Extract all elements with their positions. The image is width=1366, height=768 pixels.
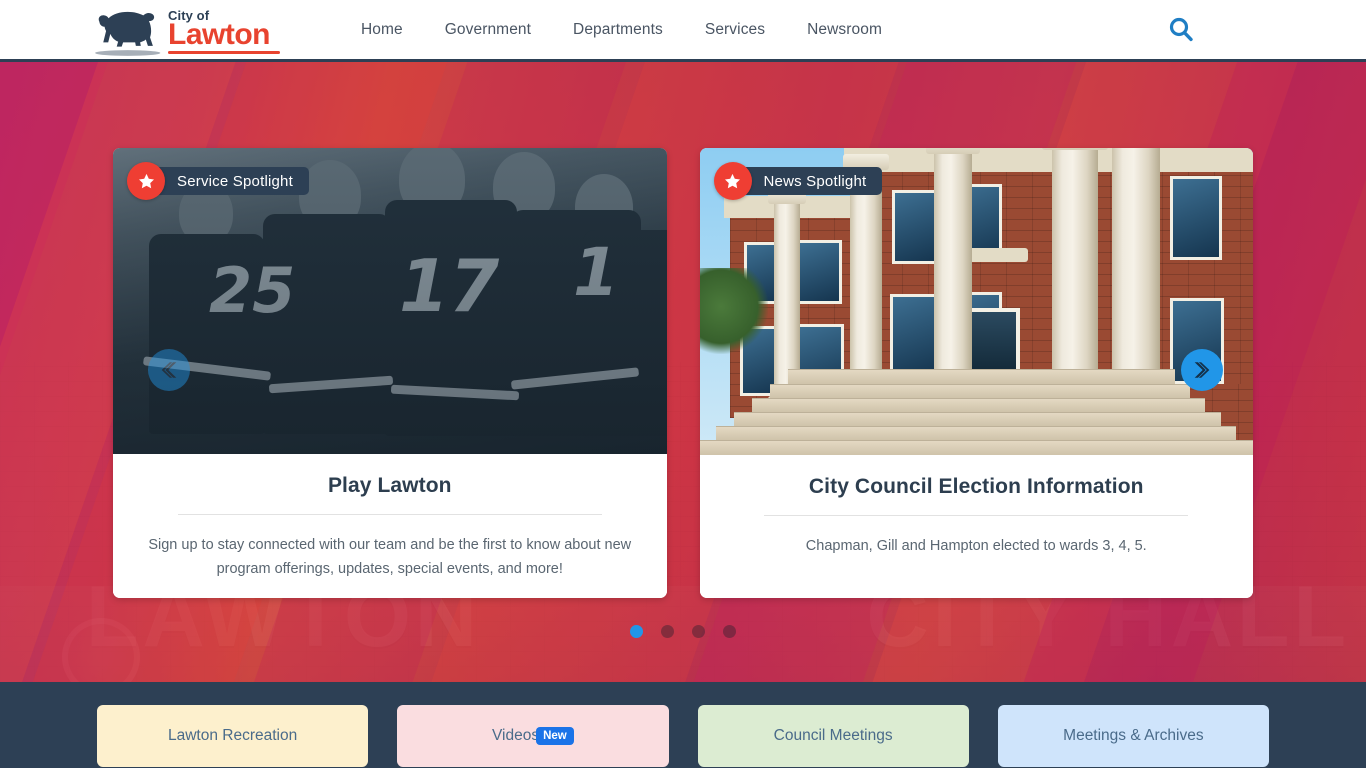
card-image-sports-huddle: 25 17 1 Service Spotlight bbox=[113, 148, 667, 455]
quick-link-meetings-archives[interactable]: Meetings & Archives bbox=[997, 705, 1269, 767]
nav-item-newsroom[interactable]: Newsroom bbox=[786, 21, 903, 39]
carousel-dot-1[interactable] bbox=[630, 625, 643, 638]
star-icon bbox=[713, 162, 752, 200]
quick-link-lawton-recreation[interactable]: Lawton Recreation bbox=[97, 705, 369, 767]
search-button[interactable] bbox=[1164, 13, 1198, 47]
card-divider bbox=[764, 515, 1189, 516]
carousel-dot-4[interactable] bbox=[723, 625, 736, 638]
card-badge-label: News Spotlight bbox=[739, 167, 883, 195]
carousel-prev-button[interactable] bbox=[148, 349, 190, 391]
nav-item-services[interactable]: Services bbox=[684, 21, 786, 39]
card-description: Sign up to stay connected with our team … bbox=[148, 537, 632, 578]
carousel-card-service-spotlight[interactable]: 25 17 1 Service Spotlight Pl bbox=[113, 148, 667, 598]
carousel-card-news-spotlight[interactable]: News Spotlight City Council Election Inf… bbox=[699, 148, 1253, 598]
carousel-dot-2[interactable] bbox=[661, 625, 674, 638]
nav-item-home[interactable]: Home bbox=[340, 21, 424, 39]
card-divider bbox=[177, 514, 602, 516]
carousel-next-button[interactable] bbox=[1181, 349, 1223, 391]
quick-links-row: Lawton Recreation Videos New Council Meet… bbox=[97, 705, 1269, 767]
card-title: Play Lawton bbox=[327, 474, 452, 498]
card-image-city-hall: News Spotlight bbox=[699, 148, 1253, 455]
card-badge-label: Service Spotlight bbox=[153, 167, 309, 195]
logo-underline bbox=[168, 50, 280, 54]
logo-lawton-text: Lawton bbox=[168, 17, 271, 51]
star-icon bbox=[127, 162, 165, 200]
card-body: City Council Election Information Chapma… bbox=[699, 455, 1253, 598]
card-badge-news-spotlight: News Spotlight bbox=[713, 162, 883, 200]
carousel-slides: 25 17 1 Service Spotlight Pl bbox=[113, 148, 1253, 598]
new-badge: New bbox=[536, 726, 574, 746]
quick-link-label: Lawton Recreation bbox=[168, 727, 298, 744]
quick-link-videos[interactable]: Videos New bbox=[397, 705, 669, 767]
quick-links-section: Lawton Recreation Videos New Council Meet… bbox=[0, 682, 1366, 768]
main-navigation: Home Government Departments Services New… bbox=[340, 0, 903, 59]
quick-link-label: Videos bbox=[491, 727, 540, 744]
nav-item-departments[interactable]: Departments bbox=[552, 21, 684, 39]
site-header: City of Lawton Home Government Departmen… bbox=[0, 0, 1366, 62]
card-title: City Council Election Information bbox=[808, 475, 1144, 498]
search-icon bbox=[1169, 17, 1193, 42]
quick-link-label: Council Meetings bbox=[773, 727, 893, 744]
nav-item-government[interactable]: Government bbox=[424, 21, 552, 39]
chevron-left-icon bbox=[161, 362, 177, 378]
card-description: Chapman, Gill and Hampton elected to war… bbox=[805, 538, 1147, 554]
card-body: Play Lawton Sign up to stay connected wi… bbox=[113, 454, 667, 598]
site-logo[interactable]: City of Lawton bbox=[88, 2, 280, 60]
carousel-pagination-dots bbox=[0, 625, 1366, 638]
chevron-right-icon bbox=[1194, 362, 1210, 378]
quick-link-council-meetings[interactable]: Council Meetings bbox=[697, 705, 969, 767]
bison-icon bbox=[95, 11, 161, 56]
hero-carousel-section: LAWTON CITY HALL bbox=[0, 62, 1366, 682]
city-hall-steps bbox=[699, 369, 1253, 455]
quick-link-label: Meetings & Archives bbox=[1063, 727, 1204, 744]
card-badge-service-spotlight: Service Spotlight bbox=[127, 162, 309, 200]
carousel-dot-3[interactable] bbox=[692, 625, 705, 638]
